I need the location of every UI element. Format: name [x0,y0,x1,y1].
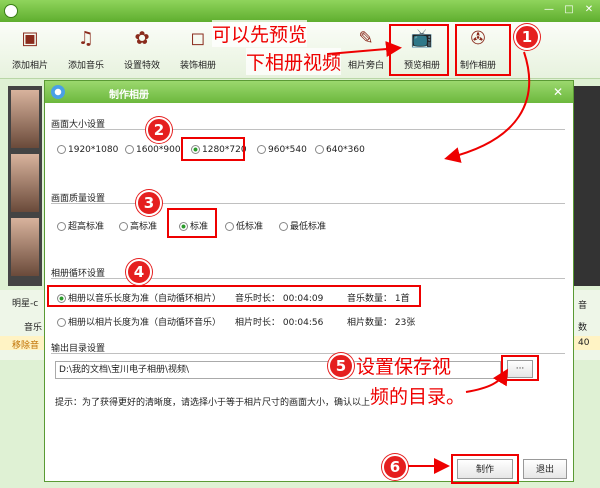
arrow-to-dialog [444,51,531,163]
arrow-to-browse [465,368,509,393]
arrow-to-preview [327,41,402,57]
annotation-arrows [327,41,531,474]
